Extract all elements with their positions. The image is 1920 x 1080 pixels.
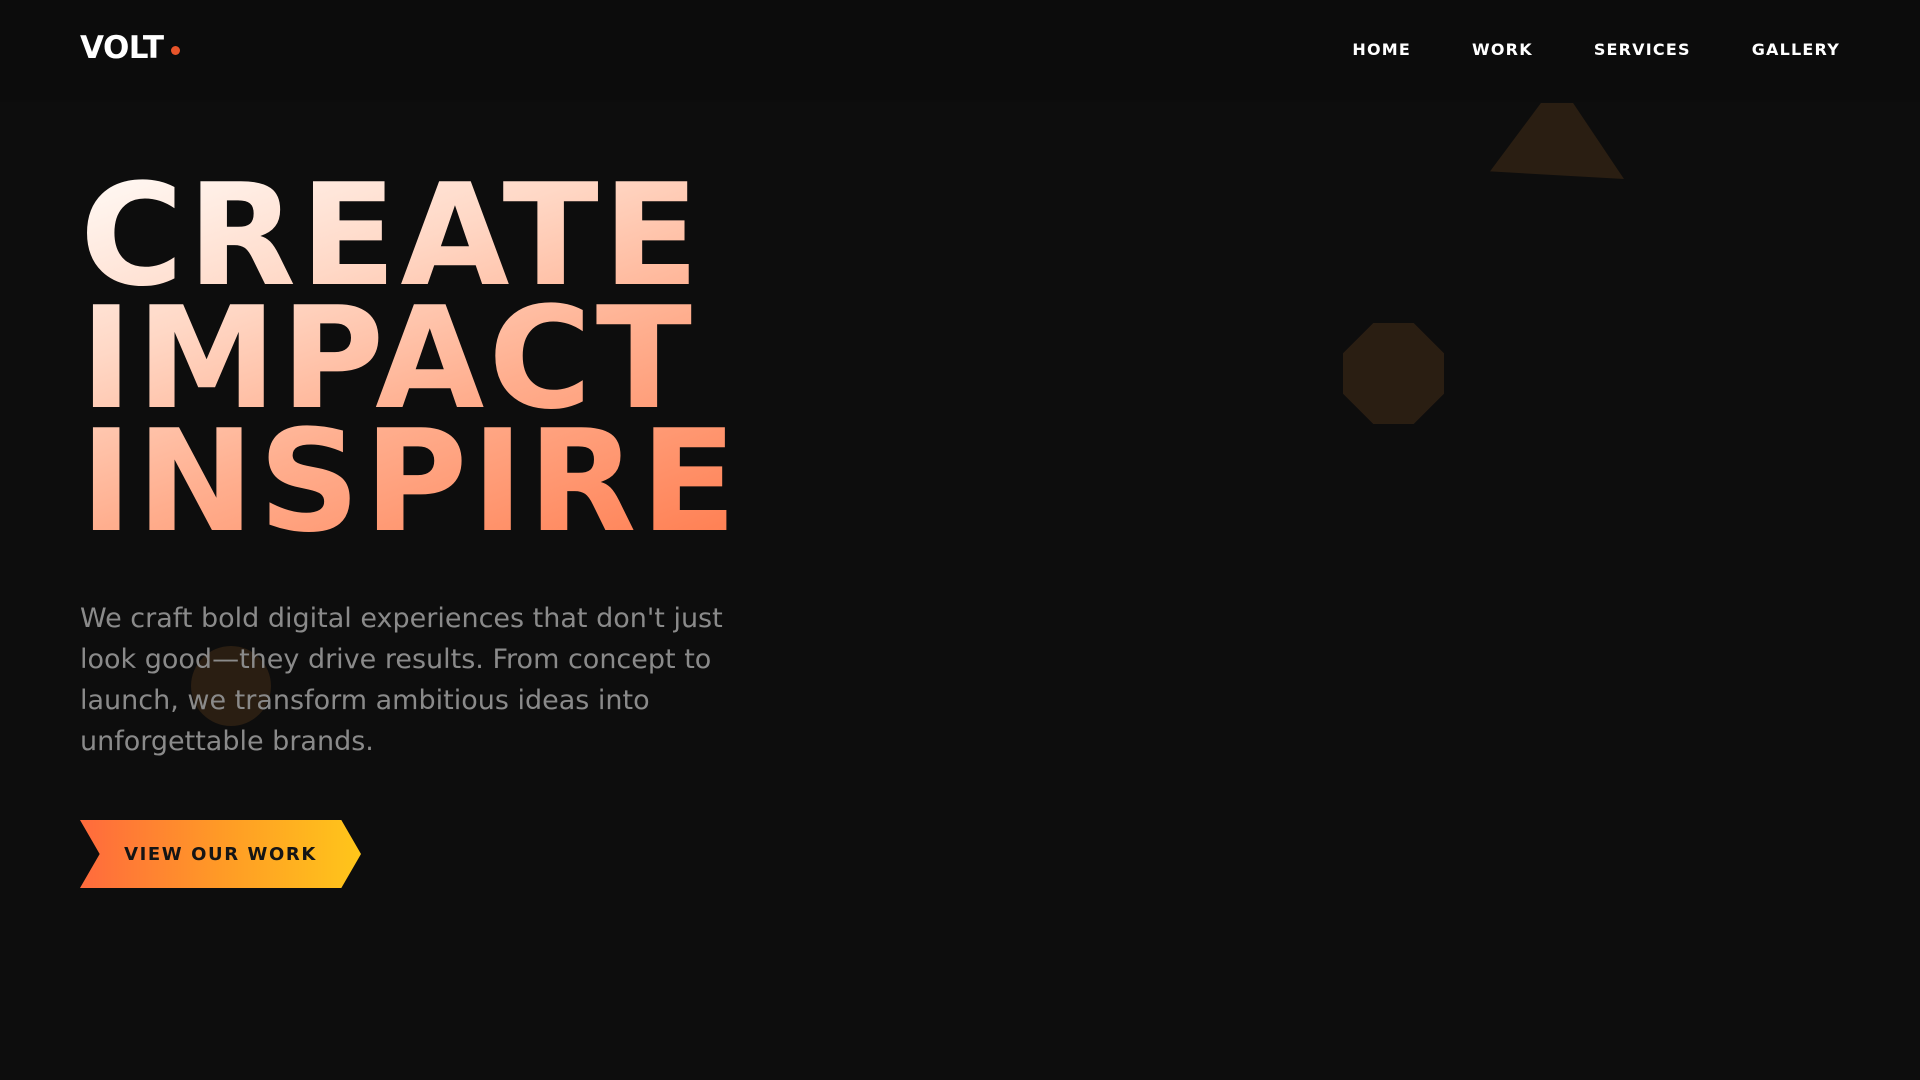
- hero-page: VOLT HOME WORK SERVICES GALLERY CREATE I…: [0, 0, 1920, 1080]
- site-header: VOLT HOME WORK SERVICES GALLERY: [0, 0, 1920, 102]
- hero-description: We craft bold digital experiences that d…: [80, 603, 723, 757]
- triangle-icon: [1490, 103, 1624, 179]
- hero-title-line-inspire: INSPIRE: [80, 400, 741, 564]
- logo-dot-icon: [170, 46, 180, 55]
- nav-item-work[interactable]: WORK: [1472, 40, 1533, 59]
- nav-item-services[interactable]: SERVICES: [1594, 40, 1691, 59]
- logo[interactable]: VOLT: [80, 30, 180, 66]
- nav-item-gallery[interactable]: GALLERY: [1752, 40, 1840, 59]
- hero-title: CREATE IMPACT INSPIRE: [80, 175, 780, 544]
- octagon-icon: [1343, 323, 1444, 424]
- view-our-work-button[interactable]: VIEW OUR WORK: [80, 820, 361, 888]
- nav-item-home[interactable]: HOME: [1352, 40, 1411, 59]
- logo-text: VOLT: [80, 30, 164, 66]
- main-nav: HOME WORK SERVICES GALLERY: [1352, 40, 1840, 59]
- view-our-work-label: VIEW OUR WORK: [124, 843, 317, 865]
